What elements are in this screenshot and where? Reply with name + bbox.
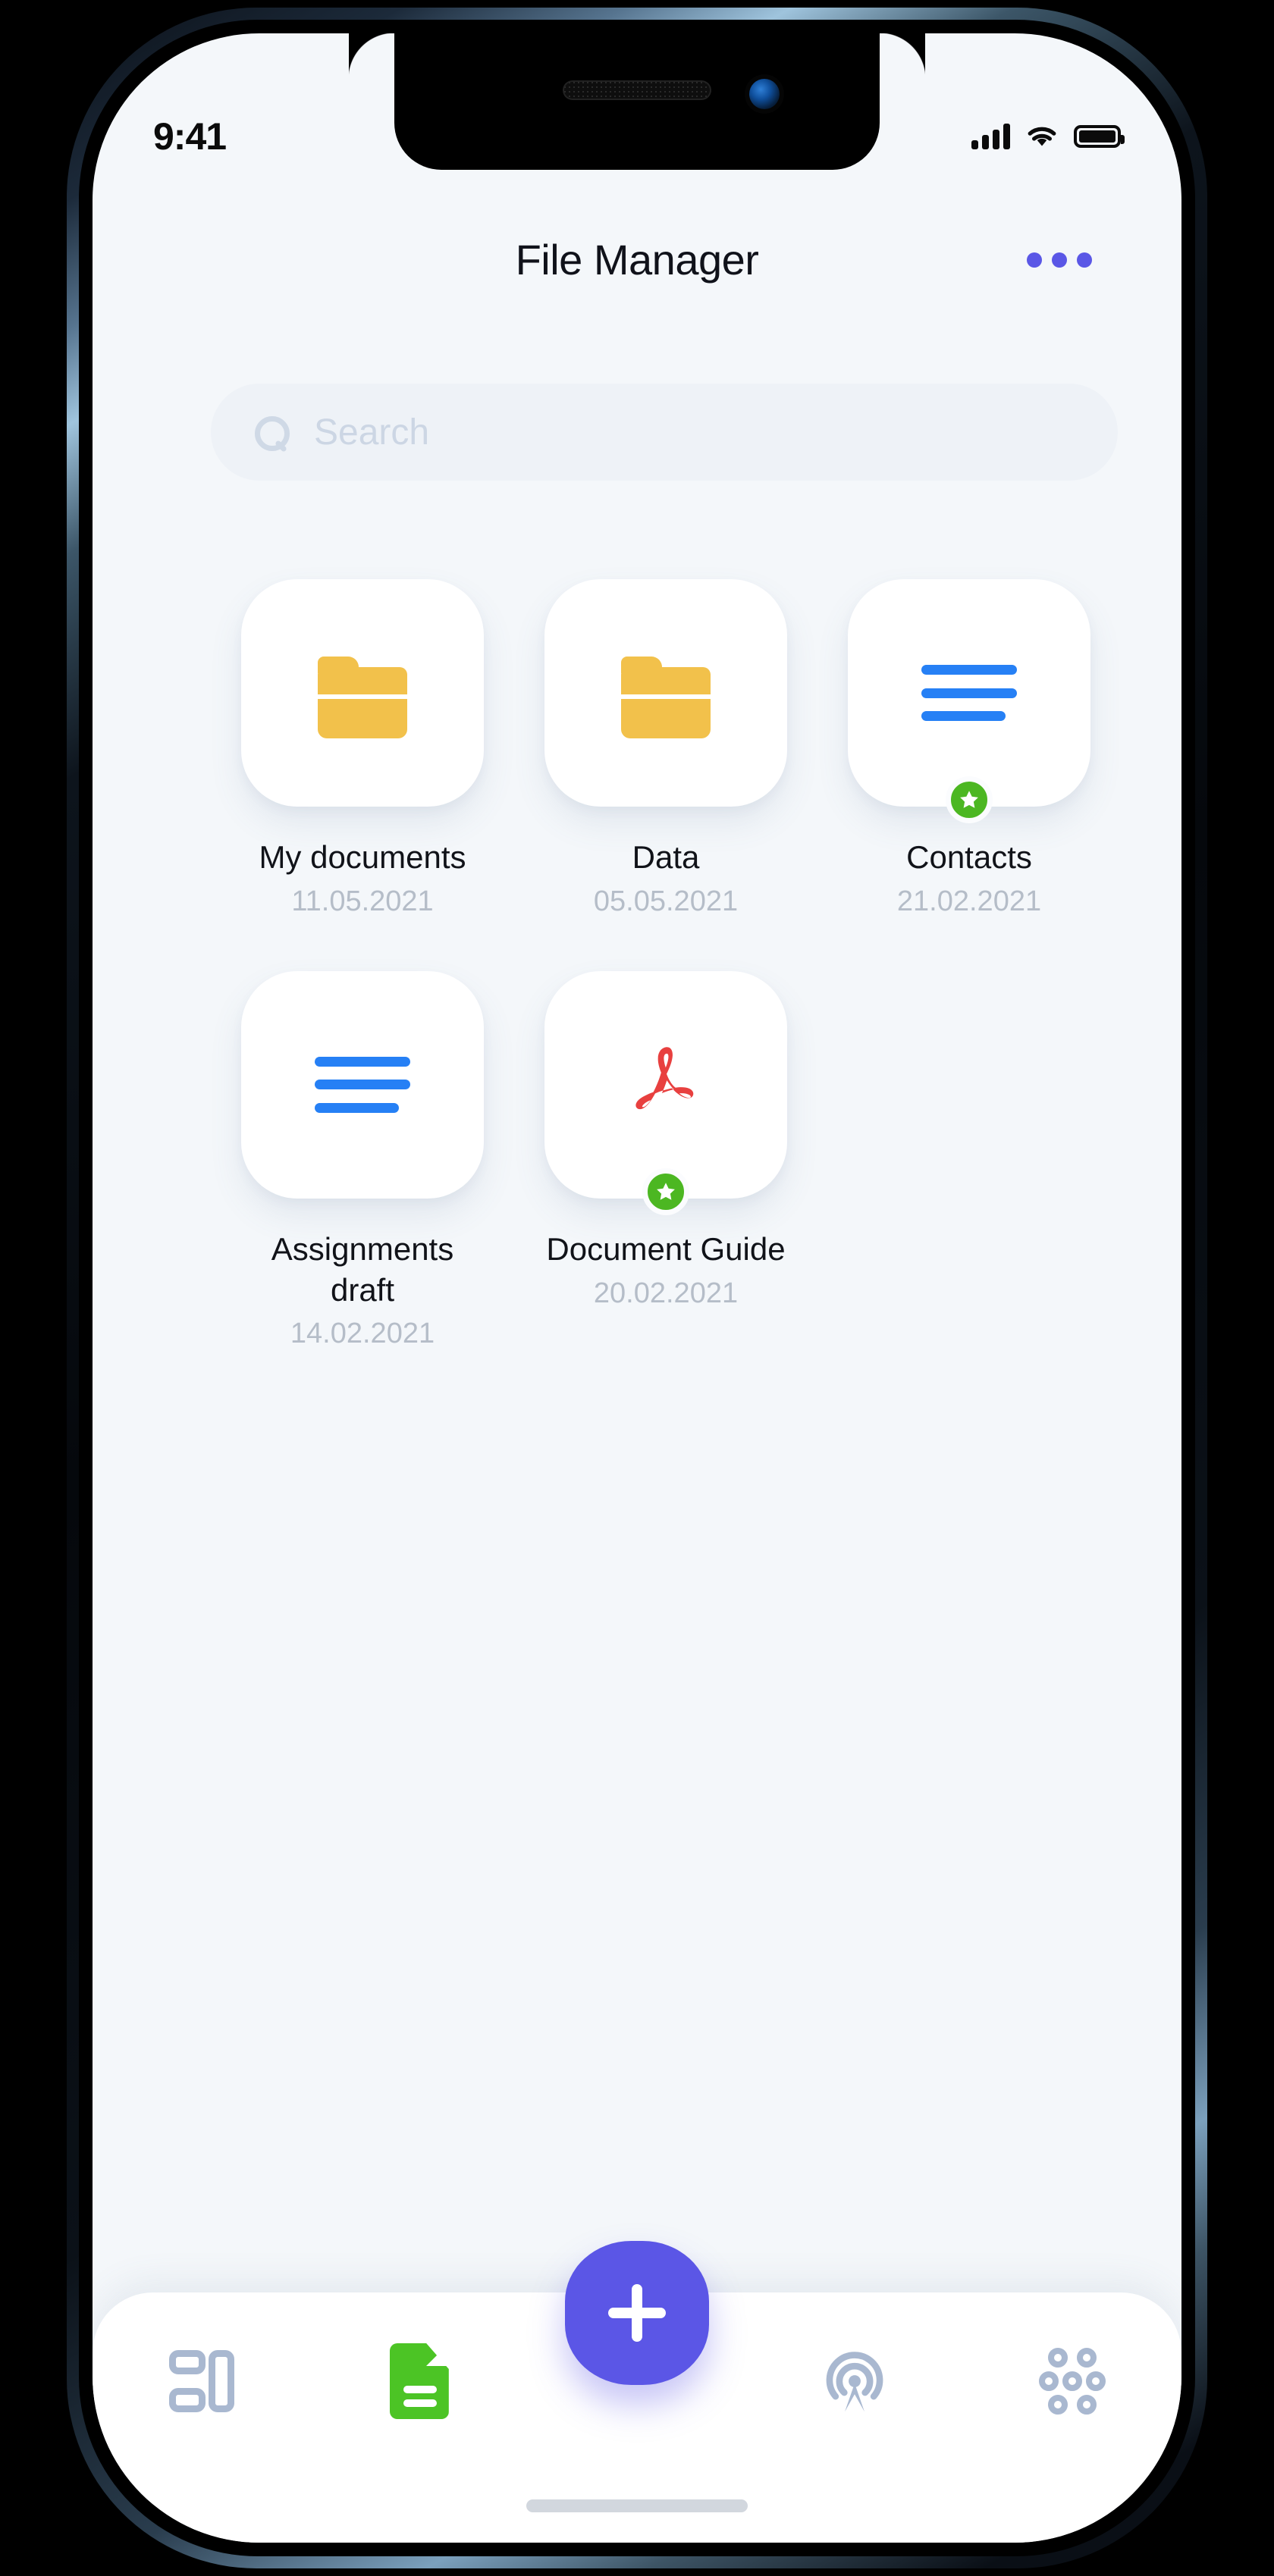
nav-item-documents[interactable] xyxy=(310,2339,528,2423)
file-date: 11.05.2021 xyxy=(291,885,434,917)
status-time: 9:41 xyxy=(153,115,227,158)
file-date: 20.02.2021 xyxy=(593,1277,739,1309)
file-date: 05.05.2021 xyxy=(593,885,739,917)
search-icon xyxy=(253,415,290,451)
file-date: 21.02.2021 xyxy=(896,885,1042,917)
app-header: File Manager xyxy=(93,235,1181,284)
home-indicator[interactable] xyxy=(526,2499,748,2512)
battery-full-icon xyxy=(1074,125,1125,148)
dashboard-icon xyxy=(168,2350,234,2412)
phone-bezel: 9:41 File Manager Search My documents 11… xyxy=(79,20,1195,2556)
file-card[interactable] xyxy=(241,579,484,807)
search-input[interactable]: Search xyxy=(314,412,429,453)
page-title: File Manager xyxy=(515,236,759,284)
file-name: Data xyxy=(632,839,700,875)
pdf-icon xyxy=(635,1047,694,1109)
file-name: Contacts xyxy=(906,839,1032,875)
nav-item-dashboard[interactable] xyxy=(93,2339,310,2423)
lines-list-icon xyxy=(315,1056,410,1113)
file-name: Assignments draft xyxy=(271,1230,454,1308)
cluster-grid-icon xyxy=(1039,2348,1106,2415)
broadcast-icon xyxy=(820,2346,890,2416)
file-name: My documents xyxy=(259,839,466,875)
add-button[interactable] xyxy=(565,2241,709,2385)
status-bar: 9:41 xyxy=(93,33,1181,174)
document-icon xyxy=(389,2343,449,2419)
file-name: Document Guide xyxy=(546,1230,786,1267)
search-bar[interactable]: Search xyxy=(211,384,1118,481)
lines-list-icon xyxy=(921,665,1017,721)
phone-screen: 9:41 File Manager Search My documents 11… xyxy=(93,33,1181,2543)
file-card[interactable] xyxy=(544,970,787,1215)
phone-frame: 9:41 File Manager Search My documents 11… xyxy=(67,8,1207,2568)
signal-bars-icon xyxy=(971,124,1010,149)
file-date: 14.02.2021 xyxy=(290,1318,435,1350)
wifi-icon xyxy=(1028,127,1056,146)
file-item-document-guide[interactable]: Document Guide 20.02.2021 xyxy=(514,970,817,1351)
star-badge-icon xyxy=(642,1167,689,1215)
file-item-contacts[interactable]: Contacts 21.02.2021 xyxy=(817,579,1121,918)
nav-item-broadcast[interactable] xyxy=(746,2339,964,2423)
nav-item-cluster[interactable] xyxy=(964,2339,1181,2423)
screenshot-root: 9:41 File Manager Search My documents 11… xyxy=(0,0,1274,2576)
folder-icon xyxy=(621,657,711,738)
file-card[interactable] xyxy=(241,970,484,1199)
more-options-icon[interactable] xyxy=(1019,239,1100,281)
status-icons xyxy=(971,124,1125,149)
file-card[interactable] xyxy=(544,579,787,807)
star-badge-icon xyxy=(946,776,993,823)
file-card[interactable] xyxy=(848,579,1090,823)
folder-icon xyxy=(318,657,407,738)
file-item-my-documents[interactable]: My documents 11.05.2021 xyxy=(211,579,514,918)
file-item-data[interactable]: Data 05.05.2021 xyxy=(514,579,817,918)
plus-icon xyxy=(608,2284,666,2342)
file-grid: My documents 11.05.2021 Data 05.05.2021 xyxy=(211,579,1121,1403)
file-item-assignments-draft[interactable]: Assignments draft 14.02.2021 xyxy=(211,970,514,1351)
